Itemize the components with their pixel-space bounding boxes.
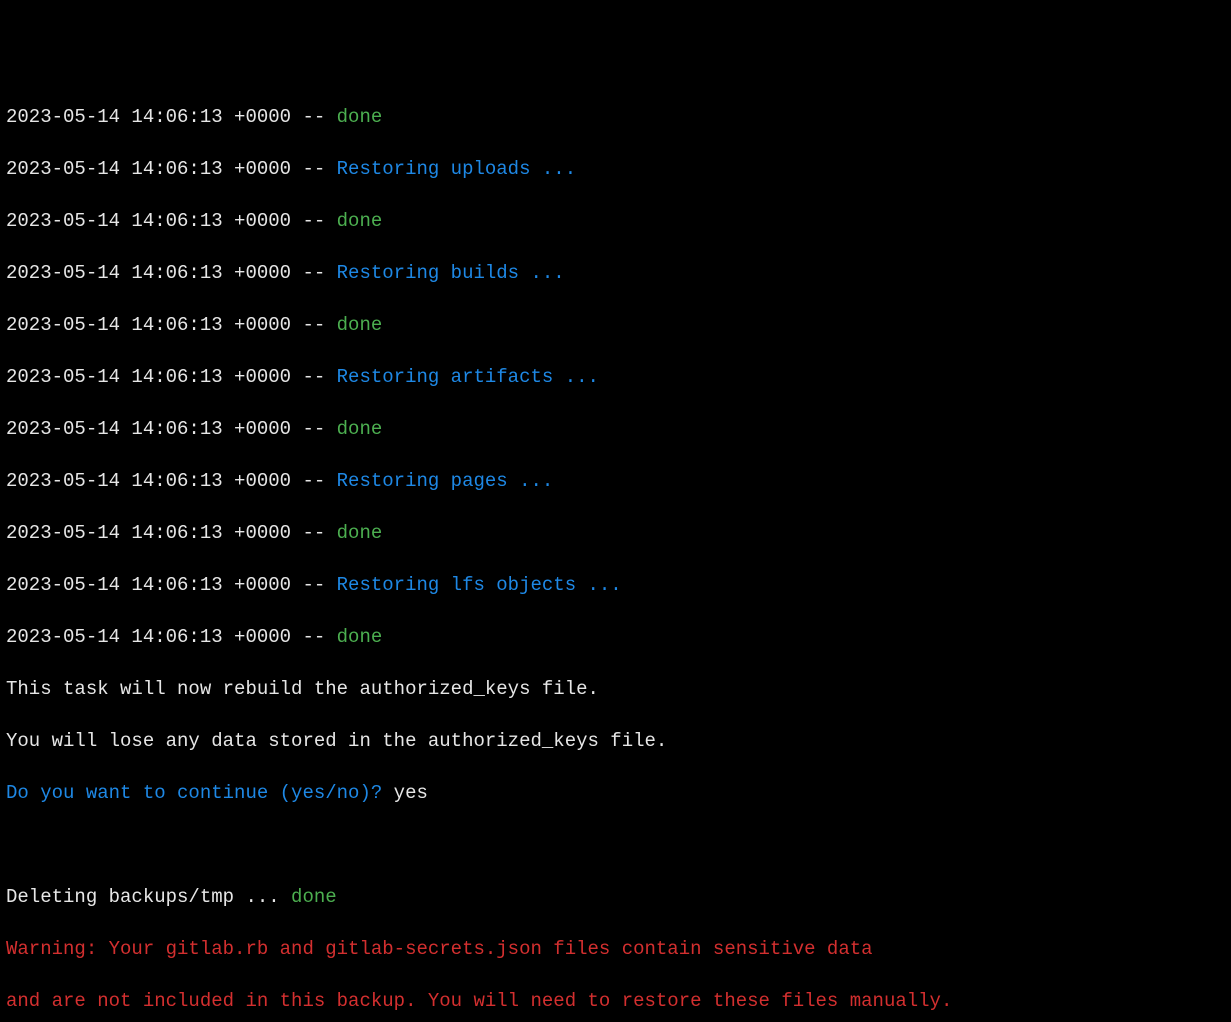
- separator: --: [291, 158, 337, 180]
- status-done: done: [337, 522, 383, 544]
- log-line: 2023-05-14 14:06:13 +0000 -- Restoring l…: [6, 572, 1225, 598]
- prompt-text: Do you want to continue (yes/no)?: [6, 782, 394, 804]
- timestamp: 2023-05-14 14:06:13 +0000: [6, 470, 291, 492]
- log-line: 2023-05-14 14:06:13 +0000 -- done: [6, 312, 1225, 338]
- restore-message: Restoring uploads ...: [337, 158, 588, 180]
- log-line: 2023-05-14 14:06:13 +0000 -- Restoring a…: [6, 364, 1225, 390]
- timestamp: 2023-05-14 14:06:13 +0000: [6, 366, 291, 388]
- blank-line: [6, 832, 1225, 858]
- deleting-text: Deleting backups/tmp ...: [6, 886, 291, 908]
- log-line: 2023-05-14 14:06:13 +0000 -- Restoring b…: [6, 260, 1225, 286]
- separator: --: [291, 418, 337, 440]
- status-done: done: [337, 626, 383, 648]
- log-line: 2023-05-14 14:06:13 +0000 -- done: [6, 104, 1225, 130]
- timestamp: 2023-05-14 14:06:13 +0000: [6, 158, 291, 180]
- prompt-line[interactable]: Do you want to continue (yes/no)? yes: [6, 780, 1225, 806]
- log-line: 2023-05-14 14:06:13 +0000 -- Restoring u…: [6, 156, 1225, 182]
- warning-line: and are not included in this backup. You…: [6, 988, 1225, 1014]
- separator: --: [291, 626, 337, 648]
- prompt-answer: yes: [394, 782, 428, 804]
- log-line: 2023-05-14 14:06:13 +0000 -- done: [6, 208, 1225, 234]
- status-done: done: [337, 210, 383, 232]
- log-line: 2023-05-14 14:06:13 +0000 -- Restoring p…: [6, 468, 1225, 494]
- timestamp: 2023-05-14 14:06:13 +0000: [6, 210, 291, 232]
- info-line: This task will now rebuild the authorize…: [6, 676, 1225, 702]
- restore-message: Restoring artifacts ...: [337, 366, 611, 388]
- timestamp: 2023-05-14 14:06:13 +0000: [6, 574, 291, 596]
- separator: --: [291, 106, 337, 128]
- log-line: 2023-05-14 14:06:13 +0000 -- done: [6, 624, 1225, 650]
- separator: --: [291, 470, 337, 492]
- separator: --: [291, 210, 337, 232]
- separator: --: [291, 262, 337, 284]
- log-line: 2023-05-14 14:06:13 +0000 -- done: [6, 416, 1225, 442]
- timestamp: 2023-05-14 14:06:13 +0000: [6, 262, 291, 284]
- restore-message: Restoring pages ...: [337, 470, 565, 492]
- separator: --: [291, 366, 337, 388]
- log-line: 2023-05-14 14:06:13 +0000 -- done: [6, 520, 1225, 546]
- timestamp: 2023-05-14 14:06:13 +0000: [6, 106, 291, 128]
- status-done: done: [337, 106, 383, 128]
- timestamp: 2023-05-14 14:06:13 +0000: [6, 522, 291, 544]
- warning-line: Warning: Your gitlab.rb and gitlab-secre…: [6, 936, 1225, 962]
- status-done: done: [337, 418, 383, 440]
- separator: --: [291, 574, 337, 596]
- restore-message: Restoring lfs objects ...: [337, 574, 633, 596]
- info-line: You will lose any data stored in the aut…: [6, 728, 1225, 754]
- separator: --: [291, 522, 337, 544]
- status-done: done: [337, 314, 383, 336]
- timestamp: 2023-05-14 14:06:13 +0000: [6, 314, 291, 336]
- status-done: done: [291, 886, 337, 908]
- timestamp: 2023-05-14 14:06:13 +0000: [6, 418, 291, 440]
- timestamp: 2023-05-14 14:06:13 +0000: [6, 626, 291, 648]
- log-line: Deleting backups/tmp ... done: [6, 884, 1225, 910]
- restore-message: Restoring builds ...: [337, 262, 576, 284]
- separator: --: [291, 314, 337, 336]
